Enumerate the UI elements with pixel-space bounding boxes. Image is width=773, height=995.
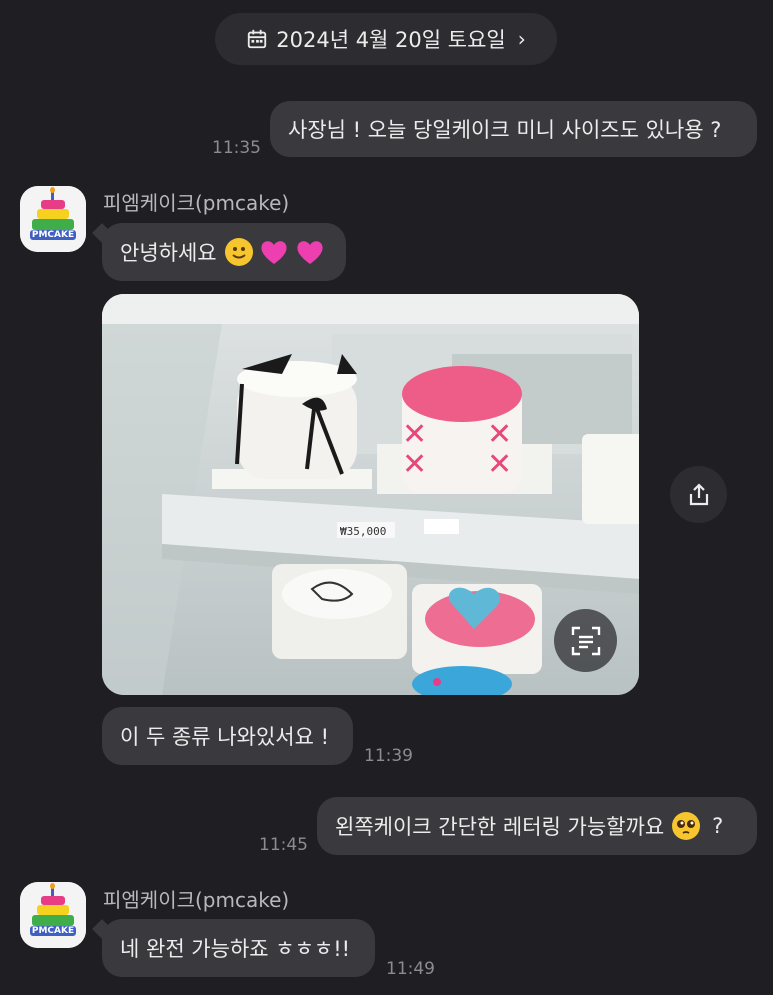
svg-text:₩35,000: ₩35,000 <box>340 525 386 538</box>
share-icon <box>689 482 708 505</box>
message-bubble-outgoing[interactable]: 왼쪽케이크 간단한 레터링 가능할까요 ? <box>317 797 757 855</box>
share-button[interactable] <box>670 466 727 523</box>
message-bubble-outgoing[interactable]: 사장님 ! 오늘 당일케이크 미니 사이즈도 있나용 ? <box>270 101 757 157</box>
date-label: 2024년 4월 20일 토요일 <box>276 28 506 52</box>
svg-text:✕: ✕ <box>487 447 512 482</box>
message-time: 11:49 <box>386 959 435 979</box>
message-bubble-incoming[interactable]: 이 두 종류 나와있서요 ! <box>102 707 353 765</box>
cake-logo-icon: PMCAKE <box>20 882 86 948</box>
message-text: 이 두 종류 나와있서요 ! <box>120 725 329 749</box>
message-bubble-incoming[interactable]: 네 완전 가능하죠 ㅎㅎㅎ!! <box>102 919 375 977</box>
svg-text:PMCAKE: PMCAKE <box>32 926 74 936</box>
pink-heart-emoji-icon <box>261 241 287 264</box>
avatar[interactable]: PMCAKE <box>20 882 86 948</box>
message-time: 11:35 <box>212 138 261 158</box>
pleading-face-emoji-icon <box>672 812 701 840</box>
calendar-icon <box>248 29 267 49</box>
message-suffix: ? <box>712 814 724 838</box>
avatar[interactable]: PMCAKE <box>20 186 86 252</box>
text-scan-button[interactable] <box>554 609 617 672</box>
cake-logo-icon: PMCAKE <box>20 186 86 252</box>
message-text: 왼쪽케이크 간단한 레터링 가능할까요 <box>335 815 665 839</box>
svg-text:PMCAKE: PMCAKE <box>32 230 74 240</box>
chevron-right-icon: › <box>517 27 526 51</box>
message-bubble-incoming[interactable]: 안녕하세요 <box>102 223 346 281</box>
message-time: 11:39 <box>364 746 413 766</box>
sender-name: 피엠케이크(pmcake) <box>103 191 290 215</box>
slight-smile-emoji-icon <box>224 238 253 266</box>
sender-name: 피엠케이크(pmcake) <box>103 888 290 912</box>
message-text: 안녕하세요 <box>120 241 217 265</box>
svg-text:✕: ✕ <box>402 447 427 482</box>
date-header-pill[interactable]: 2024년 4월 20일 토요일 › <box>215 13 557 65</box>
message-time: 11:45 <box>259 835 308 855</box>
message-text: 사장님 ! 오늘 당일케이크 미니 사이즈도 있나용 ? <box>288 118 722 142</box>
pink-heart-emoji-icon <box>297 241 323 264</box>
text-scan-icon <box>571 626 600 655</box>
message-text: 네 완전 가능하죠 ㅎㅎㅎ!! <box>120 937 351 961</box>
